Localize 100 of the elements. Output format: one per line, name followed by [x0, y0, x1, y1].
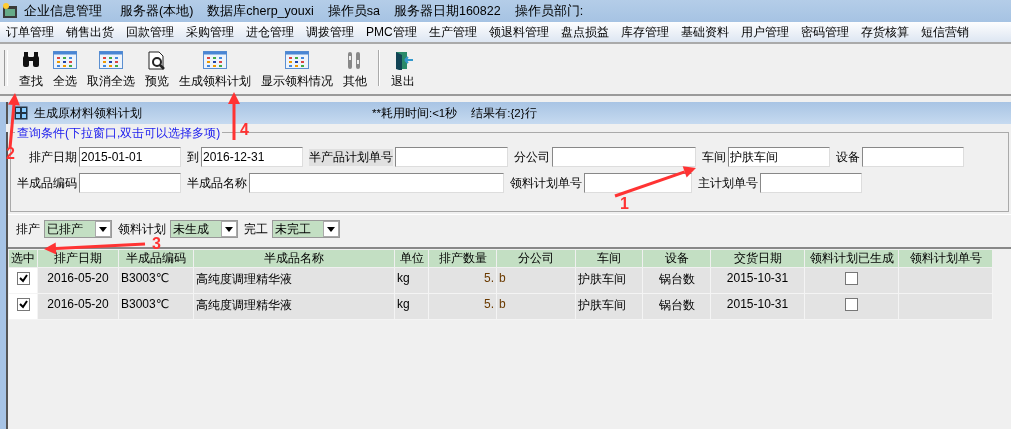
input-field[interactable]: [760, 173, 862, 193]
annotation-number: 3: [152, 236, 161, 252]
input-field[interactable]: [79, 173, 181, 193]
menu-item[interactable]: 调拨管理: [300, 23, 360, 41]
field-label: 半产品计划单号: [309, 148, 393, 166]
table-cell: 锅台数: [642, 293, 711, 320]
field-label: 到: [187, 148, 199, 166]
field-label: 分公司: [514, 148, 550, 166]
check-icon: [18, 300, 28, 310]
input-field[interactable]: [249, 173, 504, 193]
grid-icon: [53, 51, 77, 70]
menu-item[interactable]: 用户管理: [734, 23, 795, 41]
filter-label: 领料计划: [118, 220, 166, 237]
window-title: 操作员部门:: [514, 2, 584, 20]
menu-item[interactable]: 回款管理: [120, 23, 180, 41]
checkbox[interactable]: [845, 298, 858, 312]
field-label: 半成品编码: [17, 174, 77, 192]
child-window-title: 生成原材料领料计划: [34, 104, 143, 122]
input-field[interactable]: [862, 147, 964, 167]
table-cell: 2016-05-20: [37, 293, 119, 320]
annotation-number: 1: [620, 196, 629, 212]
column-header: 选中: [8, 249, 38, 268]
table-cell: B3003℃: [118, 293, 194, 320]
menu-item[interactable]: 密码管理: [794, 23, 855, 41]
toolbar-button[interactable]: 生成领料计划: [174, 51, 256, 90]
input-field[interactable]: [584, 173, 692, 193]
menu-item[interactable]: 基础资料: [674, 23, 735, 41]
checkbox[interactable]: [845, 272, 858, 286]
app-icon: [2, 3, 18, 19]
table-cell: 5.: [428, 293, 497, 320]
menu-item[interactable]: 短信营销: [914, 23, 975, 41]
column-header: 设备: [642, 249, 711, 268]
menu-item[interactable]: 销售出货: [60, 23, 120, 41]
window-title: 服务器(本地): [120, 2, 194, 20]
table-cell: B3003℃: [118, 267, 194, 294]
door-arrow-icon: [393, 51, 413, 70]
result-count: 结果有:{2}行: [471, 105, 537, 121]
input-field[interactable]: 护肤车间: [728, 147, 830, 167]
menu-item[interactable]: 库存管理: [614, 23, 675, 41]
window-title: 数据库cherp_youxi: [207, 2, 314, 20]
filter-label: 排产: [16, 220, 40, 238]
grid-icon: [285, 51, 309, 70]
table-cell: 5.: [428, 267, 497, 294]
column-header: 排产数量: [428, 249, 497, 268]
elapsed-time: **耗用时间:<1秒: [372, 105, 458, 121]
menu-item[interactable]: 采购管理: [180, 23, 240, 41]
input-field[interactable]: [395, 147, 508, 167]
input-field[interactable]: [552, 147, 696, 167]
window-title: 企业信息管理: [24, 2, 102, 20]
checkbox[interactable]: [16, 272, 30, 286]
annotation-arrow: [228, 92, 240, 140]
menu-item[interactable]: 存货核算: [854, 23, 915, 41]
menu-item[interactable]: 进仓管理: [240, 23, 300, 41]
table-cell: b: [496, 267, 576, 294]
group-legend: 查询条件(下拉窗口,双击可以选择多项): [15, 125, 223, 142]
dropdown[interactable]: 已排产: [44, 220, 112, 238]
toolbar-button[interactable]: 预览: [140, 51, 174, 90]
column-header: 车间: [575, 249, 643, 268]
field-label: 车间: [702, 148, 726, 166]
table-cell: 锅台数: [642, 267, 711, 294]
dropdown[interactable]: 未生成: [170, 220, 238, 238]
toolbar-button[interactable]: 全选: [48, 51, 82, 90]
field-label: 主计划单号: [698, 174, 758, 192]
menu-item[interactable]: 盘点损益: [554, 23, 615, 41]
column-header: 领料计划单号: [898, 249, 993, 268]
table-cell: 高纯度调理精华液: [193, 267, 395, 294]
toolbar-button[interactable]: 退出: [386, 51, 420, 90]
input-field[interactable]: 2015-01-01: [79, 147, 181, 167]
grid-icon: [99, 51, 123, 70]
input-field[interactable]: 2016-12-31: [201, 147, 303, 167]
table-cell: 2015-10-31: [710, 267, 805, 294]
toolbar-button[interactable]: 其他: [338, 51, 372, 90]
column-header: 分公司: [496, 249, 576, 268]
column-header: 交货日期: [710, 249, 805, 268]
menu-item[interactable]: PMC管理: [360, 23, 423, 41]
window-title: 服务器日期160822: [393, 2, 501, 20]
column-header: 半成品名称: [193, 249, 395, 268]
table-cell: 2015-10-31: [710, 293, 805, 320]
column-header: 半成品编码: [118, 249, 194, 268]
field-label: 半成品名称: [187, 174, 247, 192]
menu-item[interactable]: 生产管理: [422, 23, 483, 41]
window-title: 操作员sa: [327, 2, 380, 20]
check-icon: [18, 274, 28, 284]
field-label: 排产日期: [29, 148, 77, 166]
menu-item[interactable]: 订单管理: [0, 23, 60, 41]
toolbar-button[interactable]: 显示领料情况: [256, 51, 338, 90]
checkbox[interactable]: [16, 298, 30, 312]
column-header: 领料计划已生成: [804, 249, 899, 268]
field-label: 领料计划单号: [510, 174, 582, 192]
table-cell: 2016-05-20: [37, 267, 119, 294]
column-header: 排产日期: [37, 249, 119, 268]
table-cell: b: [496, 293, 576, 320]
filter-label: 完工: [244, 220, 268, 238]
toolbar-button[interactable]: 查找: [14, 51, 48, 90]
annotation-number: 4: [240, 122, 249, 138]
menu-item[interactable]: 领退料管理: [482, 23, 555, 41]
dropdown[interactable]: 未完工: [272, 220, 340, 238]
binoculars-icon: [21, 51, 41, 70]
toolbar-button[interactable]: 取消全选: [82, 51, 140, 90]
column-header: 单位: [394, 249, 429, 268]
